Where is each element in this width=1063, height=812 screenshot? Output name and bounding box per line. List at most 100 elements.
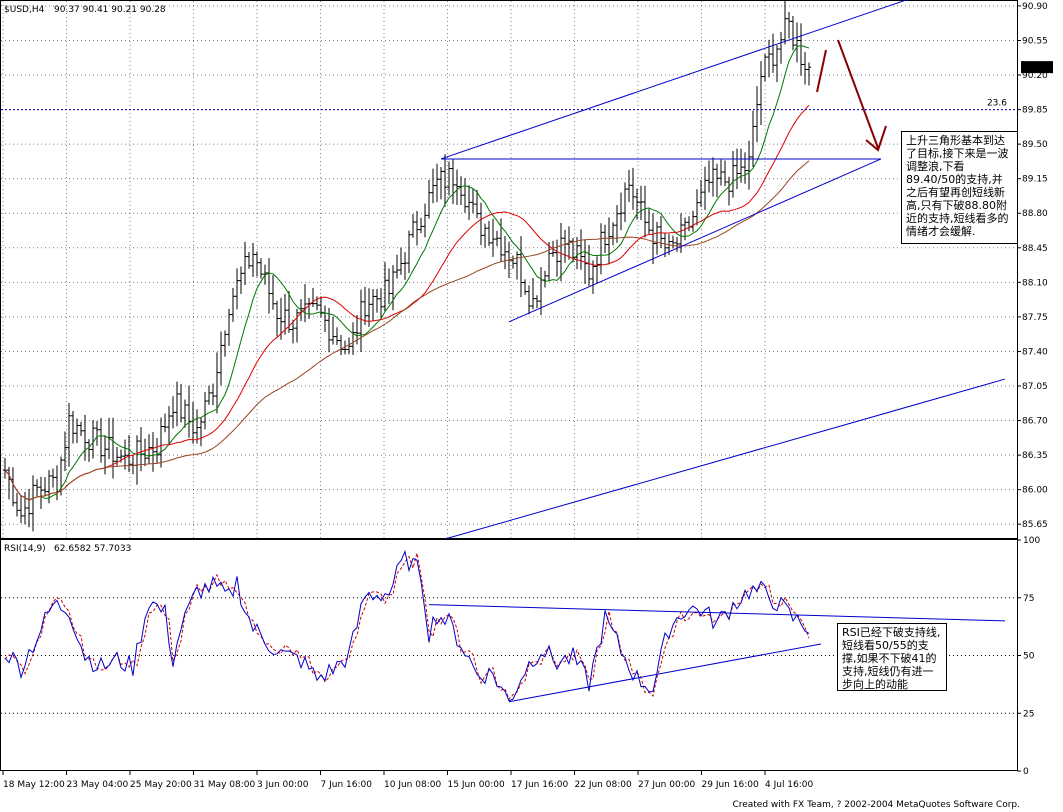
price-bar	[747, 140, 751, 190]
price-bar	[675, 236, 679, 252]
time-tick-label: 7 Jun 16:00	[321, 780, 373, 790]
price-bar	[467, 185, 471, 220]
price-bar	[435, 163, 439, 203]
price-bar	[775, 45, 779, 83]
price-bar	[491, 218, 495, 257]
time-tick-label: 18 May 12:00	[3, 780, 65, 790]
price-bar	[459, 176, 463, 205]
price-bar	[731, 151, 735, 198]
price-bar	[783, 0, 787, 45]
price-bar	[203, 391, 207, 430]
rsi-trendline	[508, 643, 822, 703]
price-bar	[587, 244, 591, 286]
price-tick-label: 87.05	[1022, 382, 1048, 392]
price-bar	[95, 421, 99, 446]
rsi-tick-label: 0	[1023, 767, 1029, 777]
rsi-line	[4, 549, 810, 702]
time-tick-label: 31 May 08:00	[194, 780, 256, 790]
price-bar	[735, 148, 739, 190]
ma-fast-line	[4, 45, 810, 501]
price-bar	[75, 418, 79, 444]
time-tick-label: 23 May 04:00	[67, 780, 129, 790]
price-bar	[163, 413, 167, 433]
time-tick-label: 25 May 20:00	[130, 780, 192, 790]
price-bar	[15, 492, 19, 517]
price-bar	[251, 242, 255, 277]
price-bar	[311, 287, 315, 307]
price-bar	[563, 229, 567, 263]
price-bar	[639, 185, 643, 221]
price-bar	[51, 468, 55, 488]
price-tick-label: 88.10	[1022, 278, 1048, 288]
price-bar	[711, 157, 715, 197]
price-bar	[439, 166, 443, 200]
price-bar	[39, 476, 43, 509]
ma-mid-line	[4, 104, 810, 501]
price-tick-label: 87.75	[1022, 313, 1048, 323]
price-annotation-note: 上升三角形基本到达了目标,接下来是一波调整浪,下看89.40/50的支持,并之后…	[901, 131, 1018, 244]
price-bar	[183, 399, 187, 428]
price-bar	[135, 435, 139, 485]
price-bar	[7, 466, 11, 500]
price-bar	[719, 159, 723, 186]
ma-slow-line	[4, 160, 810, 501]
price-bar	[179, 384, 183, 423]
price-bar	[191, 401, 195, 444]
price-bar	[687, 216, 691, 232]
price-tick-label: 90.55	[1022, 36, 1048, 46]
price-bar	[579, 229, 583, 270]
price-tick-label: 88.80	[1022, 209, 1048, 219]
forecast-arrow-head	[865, 125, 887, 152]
price-bar	[603, 224, 607, 254]
price-bar	[175, 381, 179, 427]
time-tick-label: 27 Jun 00:00	[638, 780, 695, 790]
price-bar	[447, 161, 451, 196]
price-bar	[55, 465, 59, 501]
price-bar	[187, 385, 191, 438]
price-bar	[99, 418, 103, 463]
price-bar	[795, 22, 799, 63]
price-bar	[239, 266, 243, 295]
price-bar	[543, 270, 547, 288]
price-tick-label: 88.45	[1022, 244, 1048, 254]
price-bar	[227, 308, 231, 346]
price-bar	[259, 257, 263, 279]
rsi-signal-line	[4, 553, 810, 701]
price-series	[3, 0, 811, 532]
price-bar	[271, 275, 275, 310]
price-bar	[195, 409, 199, 444]
price-bar	[503, 235, 507, 270]
price-bar	[331, 316, 335, 345]
price-bar	[743, 152, 747, 184]
price-bar	[483, 223, 487, 248]
price-bar	[375, 288, 379, 313]
price-bar	[247, 251, 251, 269]
price-tick-label: 90.20	[1022, 71, 1048, 81]
price-bar	[295, 308, 299, 343]
price-panel: 23.690.28 90.90 90.55 90.20 89.85 89.50 89.15…	[0, 0, 1053, 540]
price-bar	[479, 202, 483, 246]
price-bar	[527, 285, 531, 315]
price-bar	[379, 288, 383, 318]
price-bar	[671, 235, 675, 249]
price-tick-label: 86.35	[1022, 451, 1048, 461]
copyright-footer: Created with FX Team, ? 2002-2004 MetaQu…	[732, 800, 1020, 810]
price-bar	[87, 439, 91, 462]
price-bar	[535, 295, 539, 309]
price-bar	[767, 39, 771, 78]
price-bar	[419, 217, 423, 234]
price-tick-label: 90.90	[1022, 2, 1048, 12]
price-bar	[335, 327, 339, 345]
price-bar	[511, 255, 515, 269]
price-bar	[275, 300, 279, 337]
price-bar	[427, 179, 431, 219]
price-tick-label: 85.65	[1022, 520, 1048, 530]
price-bar	[523, 279, 527, 295]
price-bar	[351, 322, 355, 355]
price-bar	[303, 284, 307, 323]
price-bar	[559, 222, 563, 282]
price-bar	[631, 167, 635, 210]
price-bar	[771, 33, 775, 73]
price-bar	[243, 241, 247, 286]
price-bar	[255, 251, 259, 277]
